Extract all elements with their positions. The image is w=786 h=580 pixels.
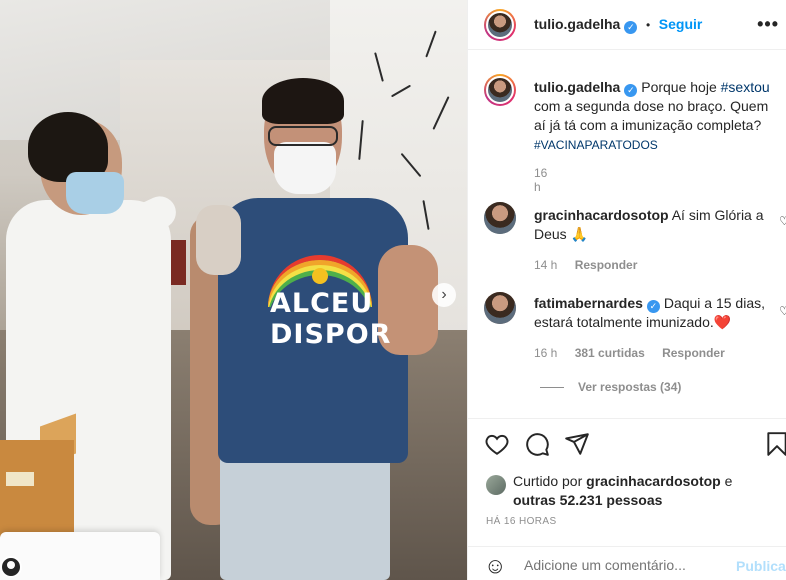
reply-button[interactable]: Responder <box>575 258 638 272</box>
author-avatar[interactable] <box>484 9 516 41</box>
reply-button[interactable]: Responder <box>662 346 725 360</box>
red-heart-icon: ❤️ <box>713 314 732 330</box>
likes-text: Curtido por gracinhacardosotop e outras … <box>513 472 763 510</box>
shirt-print: ALCEU DISPOR <box>270 288 392 350</box>
hashtag-sextou[interactable]: #sextou <box>721 79 770 95</box>
man-rolled-sleeve <box>196 205 241 275</box>
chevron-right-icon: › <box>441 286 447 303</box>
bookmark-icon[interactable] <box>764 431 786 457</box>
likes-prefix: Curtido por <box>513 473 587 489</box>
like-comment-icon[interactable]: ♡ <box>779 304 786 318</box>
more-options-icon[interactable]: ••• <box>757 14 779 35</box>
caption-avatar[interactable] <box>484 74 516 106</box>
verified-badge-icon: ✓ <box>646 300 660 313</box>
shirt-print-line1: ALCEU <box>270 288 374 319</box>
like-heart-icon[interactable] <box>484 431 510 457</box>
commenter-avatar[interactable] <box>484 202 516 234</box>
action-bar <box>468 418 786 468</box>
box-label <box>6 472 34 486</box>
liker-avatar[interactable] <box>486 475 506 495</box>
man-hair <box>262 78 344 124</box>
verified-badge-icon: ✓ <box>624 84 638 97</box>
comment-input[interactable] <box>524 557 724 573</box>
caption-text-2: com a segunda dose no braço. Quem aí já … <box>534 98 769 133</box>
comment-meta: 14 h Responder <box>534 258 637 272</box>
separator-dot: • <box>645 18 651 32</box>
comment-time[interactable]: 14 h <box>534 258 557 272</box>
view-replies-label[interactable]: Ver respostas (34) <box>578 380 681 394</box>
shirt-print-line2: DISPOR <box>270 319 392 350</box>
emoji-icon[interactable]: ☺ <box>484 555 506 577</box>
man-glasses <box>268 126 338 146</box>
comment-body: fatimabernardes ✓ Daqui a 15 dias, estará… <box>534 294 774 332</box>
publish-button[interactable]: Publicar <box>736 558 786 574</box>
likes-and: e <box>720 473 733 489</box>
hashtag-vacinaparatodos[interactable]: #VACINAPARATODOS <box>534 138 658 152</box>
caption-username[interactable]: tulio.gadelha <box>534 79 620 95</box>
comment-bubble-icon[interactable] <box>524 431 550 457</box>
liker-username[interactable]: gracinhacardosotop <box>586 473 721 489</box>
post-header: tulio.gadelha ✓ • Seguir ••• <box>468 0 786 50</box>
comment-username[interactable]: gracinhacardosotop <box>534 207 669 223</box>
caption-text: tulio.gadelha ✓ Porque hoje #sextou com a… <box>534 78 774 155</box>
share-plane-icon[interactable] <box>564 431 590 457</box>
follow-button[interactable]: Seguir <box>659 16 703 32</box>
comment-meta: 16 h 381 curtidas Responder <box>534 346 725 360</box>
caption-text-1: Porque hoje <box>641 79 721 95</box>
replies-line <box>540 387 564 389</box>
man-mask <box>274 142 336 194</box>
view-replies[interactable]: Ver respostas (34) <box>540 380 681 394</box>
comment-username[interactable]: fatimabernardes <box>534 295 643 311</box>
comment-body: gracinhacardosotop Aí sim Glória a Deus … <box>534 206 774 244</box>
comment-likes[interactable]: 381 curtidas <box>575 346 645 360</box>
like-comment-icon[interactable]: ♡ <box>779 214 786 228</box>
tagged-users-icon[interactable] <box>0 556 22 578</box>
post-timestamp[interactable]: HÁ 16 HORAS <box>486 516 557 527</box>
verified-badge-icon: ✓ <box>624 21 638 34</box>
man-jeans <box>220 455 390 580</box>
commenter-avatar[interactable] <box>484 292 516 324</box>
next-photo-button[interactable]: › <box>432 283 456 307</box>
shirt-sun-graphic <box>312 268 328 284</box>
comment-bar: ☺ Publicar <box>468 546 786 580</box>
likes-count[interactable]: outras 52.231 pessoas <box>513 492 662 508</box>
post-photo[interactable]: ALCEU DISPOR › <box>0 0 467 580</box>
post-sidebar: tulio.gadelha ✓ • Seguir ••• tulio.gadelh… <box>467 0 786 580</box>
nurse-mask <box>66 172 124 214</box>
caption-time[interactable]: 16 h <box>534 166 547 194</box>
photo-table <box>0 532 160 580</box>
author-username[interactable]: tulio.gadelha <box>534 16 620 32</box>
comment-time[interactable]: 16 h <box>534 346 557 360</box>
